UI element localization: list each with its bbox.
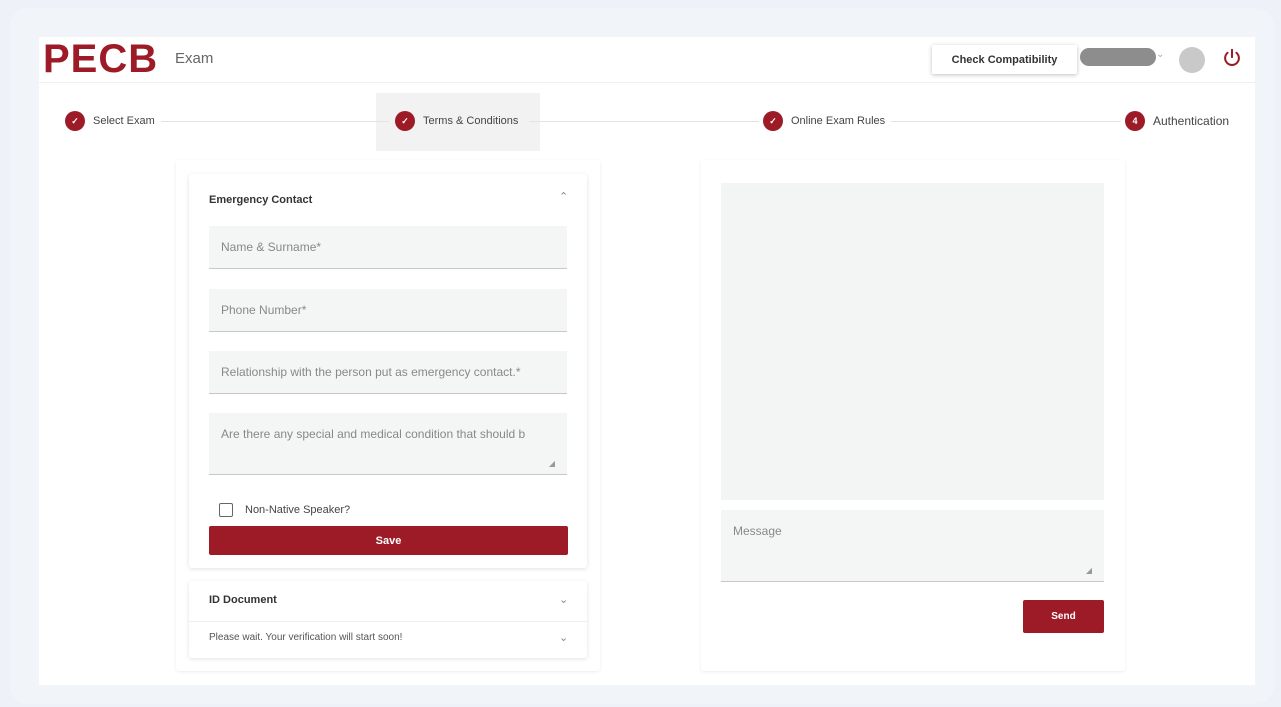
name-surname-input[interactable] xyxy=(209,226,567,268)
chat-messages-area xyxy=(721,183,1104,500)
pecb-logo[interactable]: PECB xyxy=(43,37,158,81)
header: PECB Exam Check Compatibility ⌄ xyxy=(39,37,1255,83)
medical-condition-field[interactable]: ◢ xyxy=(209,413,567,475)
id-document-card[interactable]: ID Document ⌄ Please wait. Your verifica… xyxy=(189,581,587,658)
check-icon: ✓ xyxy=(763,111,783,131)
message-textarea[interactable] xyxy=(721,510,1104,581)
check-compatibility-button[interactable]: Check Compatibility xyxy=(932,45,1077,74)
message-field[interactable]: ◢ xyxy=(721,510,1104,582)
progress-stepper: ✓ Select Exam ✓ Terms & Conditions ✓ Onl… xyxy=(39,93,1255,151)
step-label: Authentication xyxy=(1153,114,1230,128)
id-document-title: ID Document xyxy=(209,594,277,606)
step-label: Select Exam xyxy=(93,115,155,127)
step-select-exam[interactable]: ✓ Select Exam xyxy=(65,110,155,132)
step-number: 4 xyxy=(1125,111,1145,131)
logo-subtitle: Exam xyxy=(175,50,214,67)
relationship-field[interactable] xyxy=(209,351,567,394)
emergency-contact-title: Emergency Contact xyxy=(209,194,313,206)
step-authentication[interactable]: 4 Authentication xyxy=(1125,110,1229,132)
step-terms-conditions[interactable]: ✓ Terms & Conditions xyxy=(395,110,518,132)
chevron-down-icon[interactable]: ⌄ xyxy=(559,631,568,644)
verification-status-text: Please wait. Your verification will star… xyxy=(209,632,403,643)
send-button[interactable]: Send xyxy=(1023,600,1104,633)
name-field[interactable] xyxy=(209,226,567,269)
resize-handle-icon[interactable]: ◢ xyxy=(1086,566,1092,575)
step-connector xyxy=(891,121,1121,122)
non-native-speaker-row[interactable]: Non-Native Speaker? xyxy=(219,503,350,517)
chevron-up-icon[interactable]: ⌃ xyxy=(559,190,568,203)
check-icon: ✓ xyxy=(395,111,415,131)
chevron-down-icon[interactable]: ⌄ xyxy=(1156,49,1164,60)
step-connector xyxy=(161,121,389,122)
divider xyxy=(189,621,587,622)
user-menu[interactable] xyxy=(1080,48,1156,66)
resize-handle-icon[interactable]: ◢ xyxy=(549,459,555,468)
non-native-speaker-label: Non-Native Speaker? xyxy=(245,504,351,516)
relationship-input[interactable] xyxy=(209,351,567,393)
step-label: Online Exam Rules xyxy=(791,115,886,127)
phone-field[interactable] xyxy=(209,289,567,332)
step-online-exam-rules[interactable]: ✓ Online Exam Rules xyxy=(763,110,885,132)
emergency-contact-card: Emergency Contact ⌃ ◢ Non-Native Speaker… xyxy=(189,174,587,568)
avatar[interactable] xyxy=(1179,47,1205,73)
step-connector xyxy=(529,121,759,122)
save-button[interactable]: Save xyxy=(209,526,568,555)
medical-condition-textarea[interactable] xyxy=(209,413,567,474)
chevron-down-icon[interactable]: ⌄ xyxy=(559,593,568,606)
non-native-speaker-checkbox[interactable] xyxy=(219,503,233,517)
step-label: Terms & Conditions xyxy=(423,115,519,127)
check-icon: ✓ xyxy=(65,111,85,131)
phone-number-input[interactable] xyxy=(209,289,567,331)
power-icon[interactable] xyxy=(1221,47,1243,69)
app-window: PECB Exam Check Compatibility ⌄ ✓ Select… xyxy=(39,37,1255,685)
